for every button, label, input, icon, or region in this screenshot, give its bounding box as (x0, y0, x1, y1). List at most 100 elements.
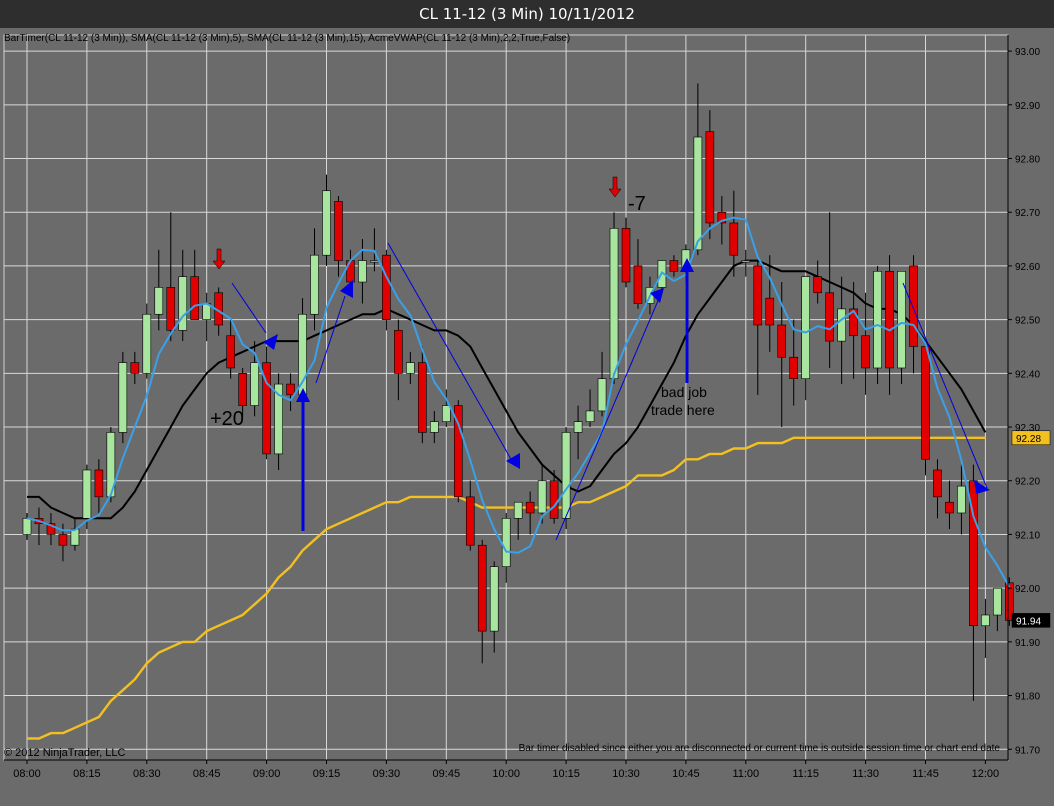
candle-body (777, 324, 787, 358)
candle-body (489, 566, 499, 632)
candle-body (250, 362, 259, 406)
candle-body (166, 287, 176, 331)
candle-body (130, 362, 140, 374)
x-tick-label: 08:15 (73, 768, 101, 780)
candle-body (501, 518, 511, 567)
arrow-head (506, 453, 520, 469)
x-tick-label: 10:30 (612, 768, 640, 780)
candle-body (693, 136, 703, 251)
candle-body (154, 287, 164, 315)
candle-body (945, 501, 954, 514)
y-tick-label: 92.90 (1015, 101, 1040, 112)
candle-body (70, 528, 80, 546)
grid (3, 34, 1009, 761)
candle-body (118, 362, 128, 433)
candle-body (286, 383, 295, 396)
x-tick-label: 09:00 (253, 768, 281, 780)
sell-arrow (608, 176, 622, 198)
candle-body (441, 405, 451, 422)
candle-body (873, 270, 882, 369)
candle-body (370, 260, 379, 263)
candle-body (418, 362, 427, 433)
candle-body (513, 501, 523, 519)
candle-body (226, 335, 235, 369)
y-tick-label: 92.00 (1015, 584, 1040, 595)
x-tick-label: 11:00 (732, 768, 759, 780)
x-tick-label: 10:15 (552, 768, 580, 780)
y-tick-label: 92.60 (1015, 262, 1040, 273)
candle-body (334, 201, 343, 261)
candle-body (430, 421, 439, 433)
y-tick-label: 92.20 (1015, 477, 1040, 488)
candle-body (825, 292, 834, 342)
candle-body (837, 308, 846, 342)
candle-body (322, 190, 331, 256)
vwap-price-badge-text: 92.28 (1016, 434, 1041, 445)
indicator-legend: BarTimer(CL 11-12 (3 Min)), SMA(CL 11-12… (4, 33, 571, 44)
profit-label: +20 (210, 408, 244, 430)
x-tick-label: 12:00 (972, 768, 1000, 780)
chart-area[interactable]: 93.00 92.90 92.80 92.70 92.60 92.50 92.40 92.30… (0, 28, 1054, 806)
x-tick-label: 08:45 (193, 768, 221, 780)
candle-body (861, 335, 870, 369)
candle-body (22, 518, 32, 535)
candle-body (813, 276, 822, 294)
trend-line (387, 242, 513, 462)
candle-body (801, 276, 811, 380)
price-chart[interactable]: 93.0092.9092.8092.7092.6092.5092.4092.30… (0, 28, 1054, 806)
bar-timer-message: Bar timer disabled since either you are … (518, 743, 1000, 754)
arrow-head (974, 480, 990, 494)
candle-body (190, 276, 200, 320)
candle-body (238, 373, 247, 406)
candle-body (669, 260, 679, 272)
x-tick-label: 10:45 (672, 768, 700, 780)
candle-body (993, 587, 1002, 616)
candle-body (957, 485, 966, 514)
x-tick-label: 11:30 (852, 768, 879, 780)
y-tick-label: 92.50 (1015, 316, 1040, 327)
trend-line (902, 282, 988, 489)
candle-body (765, 297, 775, 326)
candle-body (789, 356, 799, 380)
x-tick-label: 08:00 (13, 768, 41, 780)
y-tick-label: 92.40 (1015, 369, 1040, 380)
y-tick-label: 92.70 (1015, 208, 1040, 219)
candle-body (921, 346, 930, 460)
y-tick-label: 92.80 (1015, 155, 1040, 166)
candle-body (633, 265, 643, 304)
x-tick-label: 08:30 (133, 768, 161, 780)
y-tick-label: 91.90 (1015, 638, 1040, 649)
trend-line (555, 295, 661, 541)
axes: 93.0092.9092.8092.7092.6092.5092.4092.30… (4, 35, 1051, 780)
candle-body (885, 270, 894, 369)
candle-body (609, 228, 619, 380)
loss-label: -7 (628, 193, 646, 215)
candle-body (58, 534, 68, 546)
candle-body (753, 265, 763, 326)
arrow-head (263, 334, 278, 350)
x-tick-label: 11:15 (792, 768, 819, 780)
candle-body (477, 544, 487, 632)
candle-body (741, 260, 751, 263)
y-tick-label: 91.70 (1015, 745, 1040, 756)
candle-body (346, 260, 355, 283)
candle-body (537, 480, 547, 514)
candle-body (621, 228, 631, 283)
candle-body (561, 432, 571, 519)
y-tick-label: 92.10 (1015, 530, 1040, 541)
candle-body (394, 330, 403, 374)
candle-body (178, 276, 188, 331)
candle-body (909, 265, 918, 347)
x-tick-label: 10:00 (492, 768, 520, 780)
candle-body (382, 254, 391, 320)
candle-body (525, 501, 535, 514)
note-line-1: bad job (661, 384, 707, 400)
candle-body (94, 469, 104, 498)
x-tick-label: 09:45 (433, 768, 461, 780)
y-tick-label: 91.80 (1015, 692, 1040, 703)
candle-body (142, 313, 152, 374)
window-title: CL 11-12 (3 Min) 10/11/2012 (0, 0, 1054, 28)
x-tick-label: 09:30 (373, 768, 401, 780)
note-line-2: trade here (651, 402, 715, 418)
trend-line (315, 295, 346, 384)
